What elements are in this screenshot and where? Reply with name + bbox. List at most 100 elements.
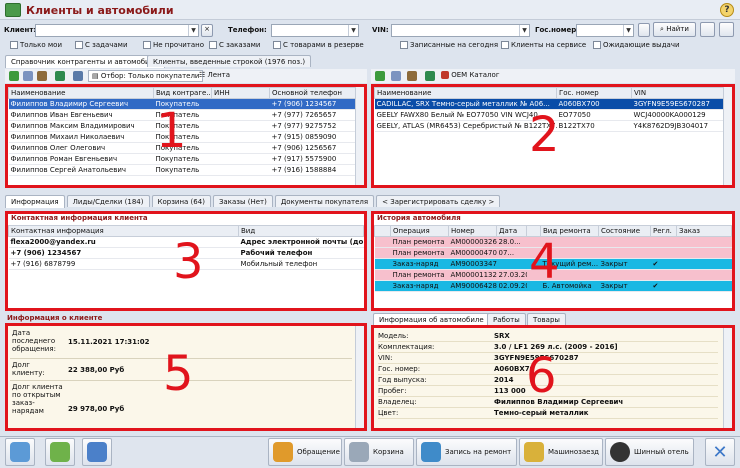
refresh-icon[interactable]: [55, 71, 65, 81]
col-phone[interactable]: Основной телефон: [269, 87, 364, 99]
table-row[interactable]: Филиппов Сергей Анатольевич Покупатель +7 …: [8, 164, 364, 176]
overlay-number-6: 6: [526, 348, 557, 404]
scrollbar[interactable]: [355, 87, 364, 185]
col-inn[interactable]: ИНН: [211, 87, 270, 99]
overlay-number-1: 1: [156, 103, 187, 159]
copy-icon[interactable]: [391, 71, 401, 81]
filter-button[interactable]: ▤ Отбор: Только покупатели: [88, 70, 204, 82]
tab-directory[interactable]: Справочник контрагенты и автомобили: [5, 55, 165, 68]
feed-button[interactable]: ☷ Лента: [199, 71, 230, 79]
help-icon[interactable]: ?: [720, 3, 734, 17]
add-icon[interactable]: [375, 71, 385, 81]
gos-input[interactable]: ▼: [576, 24, 634, 37]
table-cell: flexa2000@yandex.ru: [8, 236, 239, 248]
col-history-0[interactable]: [374, 225, 391, 237]
car-entry-button[interactable]: Машинозаезд: [519, 438, 603, 466]
tab-mid-4[interactable]: Документы покупателя: [274, 195, 375, 207]
debt-to-client-label: Долг клиенту:: [12, 361, 45, 377]
vin-input[interactable]: ▼: [391, 24, 530, 37]
tire-hotel-button[interactable]: Шинный отель: [605, 438, 694, 466]
sms-icon[interactable]: [45, 438, 75, 466]
table-cell: [374, 269, 391, 281]
col-history-6[interactable]: Состояние: [598, 225, 651, 237]
col-gos[interactable]: Гос. номер: [556, 87, 632, 99]
cart-icon: [349, 442, 369, 462]
client-label: Клиент:: [4, 26, 37, 34]
cars-grid: Наименование Гос. номер VIN CADILLAC, SR…: [371, 84, 735, 188]
col-car-name[interactable]: Наименование: [374, 87, 557, 99]
col-kind[interactable]: Вид: [238, 225, 364, 237]
scrollbar[interactable]: [723, 87, 732, 185]
copy-icon[interactable]: [23, 71, 33, 81]
table-cell: АМ00000470: [448, 247, 497, 259]
tab-clients-string[interactable]: Клиенты, введенные строкой (1976 поз.): [147, 55, 312, 67]
client-input[interactable]: ▼: [35, 24, 199, 37]
col-history-8[interactable]: Заказ: [676, 225, 732, 237]
chevron-down-icon[interactable]: ▼: [188, 25, 198, 36]
table-cell: Покупатель: [153, 164, 212, 176]
settings-icon[interactable]: [719, 22, 734, 37]
check-only-mine[interactable]: Только мои: [10, 41, 62, 49]
email-icon[interactable]: [82, 438, 112, 466]
check-unread[interactable]: Не прочитано: [143, 41, 204, 49]
history-title: История автомобиля: [377, 214, 461, 222]
table-cell: ЕО77050: [556, 109, 632, 121]
check-with-orders[interactable]: С заказами: [209, 41, 260, 49]
cart-button[interactable]: Корзина: [344, 438, 414, 466]
table-cell: Рабочий телефон: [238, 247, 364, 259]
tab-goods[interactable]: Товары: [527, 313, 566, 325]
tab-mid-1[interactable]: Лиды/Сделки (184): [66, 195, 150, 207]
cars-toolbar: OEM Каталог: [371, 69, 735, 83]
table-cell: +7 (917) 5575900: [269, 153, 364, 165]
clients-grid: Наименование Вид контраге... ИНН Основно…: [5, 84, 367, 188]
tab-works[interactable]: Работы: [487, 313, 526, 325]
oem-catalog-button[interactable]: OEM Каталог: [441, 71, 500, 79]
calendar-icon[interactable]: [5, 438, 35, 466]
col-vin[interactable]: VIN: [631, 87, 732, 99]
col-history-2[interactable]: Номер: [448, 225, 497, 237]
check-waiting[interactable]: Ожидающие выдачи: [593, 41, 680, 49]
tab-mid-2[interactable]: Корзина (64): [151, 195, 211, 207]
add-icon[interactable]: [9, 71, 19, 81]
check-today[interactable]: Записанные на сегодня: [400, 41, 498, 49]
appeal-button[interactable]: Обращение: [268, 438, 342, 466]
client-debt-label: Долг клиента по открытым заказ-нарядам: [12, 383, 63, 415]
check-with-tasks[interactable]: С задачами: [75, 41, 128, 49]
scrollbar[interactable]: [723, 328, 732, 428]
col-history-7[interactable]: Регл.: [650, 225, 677, 237]
edit-icon[interactable]: [37, 71, 47, 81]
scrollbar[interactable]: [355, 326, 364, 428]
repair-booking-button[interactable]: Запись на ремонт: [416, 438, 517, 466]
find-button[interactable]: ⌕ Найти: [653, 22, 696, 37]
col-history-3[interactable]: Дата: [496, 225, 527, 237]
list-icon[interactable]: [73, 71, 83, 81]
tab-mid-0[interactable]: Информация: [5, 195, 65, 208]
table-cell: Филиппов Иван Евгеньевич: [8, 109, 154, 121]
phone-input[interactable]: ▼: [271, 24, 359, 37]
table-cell: [211, 164, 270, 176]
catalog-icon: [441, 71, 449, 79]
table-cell: [211, 120, 270, 132]
filter-label: Отбор: Только покупатели: [100, 72, 200, 80]
table-cell: План ремонта: [390, 236, 449, 248]
tab-mid-5[interactable]: < Зарегистрировать сделку >: [376, 195, 501, 207]
edit-icon[interactable]: [407, 71, 417, 81]
car-search-icon[interactable]: [638, 23, 650, 37]
col-contact[interactable]: Контактная информация: [8, 225, 239, 237]
table-cell: 07...: [496, 247, 527, 259]
chevron-down-icon[interactable]: ▼: [519, 25, 529, 36]
check-on-service[interactable]: Клиенты на сервисе: [501, 41, 586, 49]
col-history-1[interactable]: Операция: [390, 225, 449, 237]
tab-mid-3[interactable]: Заказы (Нет): [212, 195, 273, 207]
chevron-down-icon[interactable]: ▼: [623, 25, 633, 36]
check-with-goods[interactable]: С товарами в резерве: [273, 41, 364, 49]
clear-client-button[interactable]: ×: [201, 24, 213, 37]
table-cell: Филиппов Максим Владимирович: [8, 120, 154, 132]
export-icon[interactable]: [700, 22, 715, 37]
close-button[interactable]: ✕: [705, 438, 735, 466]
last-visit-value: 15.11.2021 17:31:02: [68, 338, 150, 346]
col-kind[interactable]: Вид контраге...: [153, 87, 212, 99]
refresh-icon[interactable]: [425, 71, 435, 81]
chevron-down-icon[interactable]: ▼: [348, 25, 358, 36]
col-name[interactable]: Наименование: [8, 87, 154, 99]
